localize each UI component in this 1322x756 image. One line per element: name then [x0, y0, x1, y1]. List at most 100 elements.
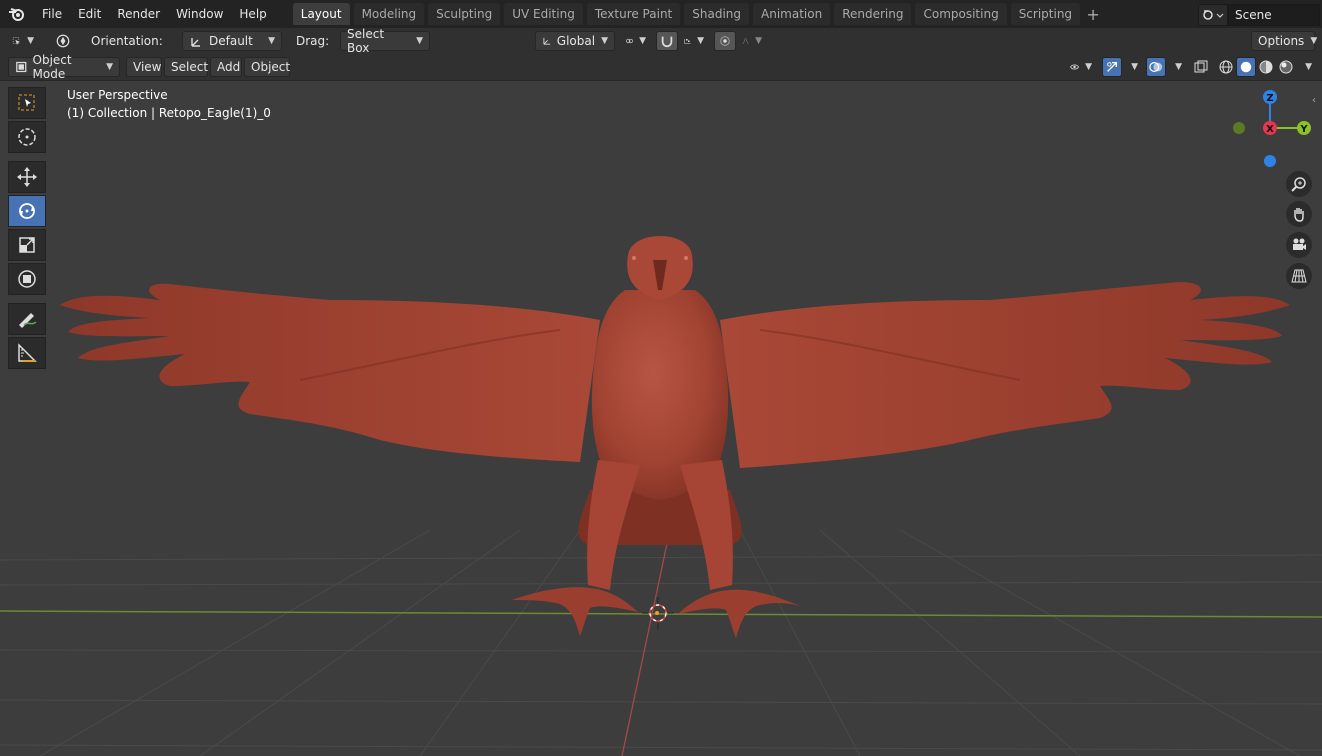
menu-help[interactable]: Help	[231, 0, 274, 28]
add-workspace-button[interactable]: +	[1084, 5, 1102, 24]
scene-browse-button[interactable]	[1198, 4, 1228, 26]
mode-value: Object Mode	[32, 53, 72, 81]
transform-pivot-button[interactable]	[48, 31, 78, 51]
select-box-icon	[18, 94, 35, 111]
scale-tool[interactable]	[8, 229, 46, 261]
annotate-tool[interactable]	[8, 303, 46, 335]
object-mode-icon	[16, 61, 27, 73]
select-box-tool[interactable]	[8, 87, 46, 119]
shading-material-button[interactable]	[1256, 57, 1276, 77]
move-tool[interactable]	[8, 161, 46, 193]
drag-dropdown[interactable]: Select Box ▼	[340, 27, 430, 55]
navigation-gizmo[interactable]: Z X Y	[1228, 87, 1316, 171]
viewport-perspective-label: User Perspective	[67, 88, 168, 102]
y-axis-line	[621, 519, 673, 756]
tab-sculpting[interactable]: Sculpting	[428, 3, 501, 25]
overlays-toggle[interactable]	[1146, 57, 1166, 77]
left-toolbar	[8, 87, 50, 369]
menu-select[interactable]: Select	[164, 57, 208, 77]
rotate-tool[interactable]	[8, 195, 46, 227]
gizmo-toggle[interactable]	[1102, 57, 1122, 77]
workspace-tabs: Layout Modeling Sculpting UV Editing Tex…	[292, 0, 1102, 28]
transform-tool[interactable]	[8, 263, 46, 295]
gizmo-dropdown[interactable]: ▼	[1122, 57, 1142, 77]
blender-logo-icon[interactable]	[0, 0, 34, 28]
snap-toggle[interactable]	[656, 31, 678, 51]
sidebar-toggle-icon[interactable]: ‹	[1312, 95, 1316, 106]
measure-ruler-icon	[18, 343, 37, 362]
camera-view-button[interactable]	[1286, 232, 1312, 258]
gizmo-icon	[1107, 61, 1118, 72]
3d-viewport[interactable]: User Perspective (1) Collection | Retopo…	[0, 81, 1322, 756]
shading-wireframe-button[interactable]	[1216, 57, 1236, 77]
overlays-dropdown[interactable]: ▼	[1166, 57, 1186, 77]
magnet-icon	[661, 36, 673, 48]
mode-dropdown[interactable]: Object Mode ▼	[8, 53, 120, 81]
tab-compositing[interactable]: Compositing	[915, 3, 1007, 25]
material-shading-icon	[1259, 60, 1273, 74]
options-dropdown[interactable]: Options ▼	[1251, 31, 1317, 51]
gizmo-z-axis[interactable]: Z	[1263, 90, 1277, 104]
gizmo-x-label: X	[1266, 124, 1274, 135]
cursor-tool[interactable]	[8, 121, 46, 153]
drag-label: Drag:	[296, 34, 330, 48]
transform-orientation-value: Global	[556, 34, 596, 48]
pan-button[interactable]	[1286, 201, 1312, 227]
snap-target-dropdown[interactable]: ▼	[678, 31, 710, 51]
pivot-icon	[56, 34, 70, 48]
orientation-dropdown[interactable]: Default ▼	[182, 31, 282, 51]
options-label: Options	[1258, 34, 1305, 48]
top-bar: File Edit Render Window Help Layout Mode…	[0, 0, 1322, 28]
pivot-point-dropdown[interactable]: ▼	[620, 31, 652, 51]
tab-layout[interactable]: Layout	[292, 3, 350, 25]
viewport-collection-label: (1) Collection | Retopo_Eagle(1)_0	[67, 106, 271, 120]
transform-orientation-dropdown[interactable]: Global ▼	[535, 31, 615, 51]
xray-toggle[interactable]	[1190, 57, 1212, 77]
menu-edit[interactable]: Edit	[70, 0, 109, 28]
gizmo-y-axis[interactable]: Y	[1297, 121, 1311, 135]
falloff-curve-icon	[742, 38, 749, 44]
menu-view[interactable]: View	[126, 57, 162, 77]
gizmo-z-label: Z	[1266, 93, 1273, 104]
orientation-value: Default	[209, 34, 253, 48]
menu-render[interactable]: Render	[109, 0, 168, 28]
scene-name-field[interactable]: Scene	[1228, 4, 1320, 26]
menu-object[interactable]: Object	[244, 57, 290, 77]
proportional-falloff-dropdown[interactable]: ▼	[736, 31, 768, 51]
rotate-icon	[19, 203, 35, 219]
visibility-dropdown[interactable]: ▼	[1064, 57, 1098, 77]
menu-add[interactable]: Add	[210, 57, 242, 77]
rendered-shading-icon	[1279, 60, 1293, 74]
tab-uv-editing[interactable]: UV Editing	[504, 3, 583, 25]
overlays-icon	[1149, 62, 1163, 72]
measure-tool[interactable]	[8, 337, 46, 369]
tool-select-dropdown[interactable]: ▼	[6, 31, 40, 51]
tab-texture-paint[interactable]: Texture Paint	[586, 3, 681, 25]
tab-scripting[interactable]: Scripting	[1010, 3, 1081, 25]
proportional-edit-icon	[720, 36, 730, 46]
menu-file[interactable]: File	[34, 0, 70, 28]
scene-icon	[1203, 10, 1224, 20]
floor-grid	[0, 529, 1322, 756]
perspective-toggle-button[interactable]	[1286, 263, 1312, 289]
tab-modeling[interactable]: Modeling	[353, 3, 425, 25]
move-icon	[17, 167, 37, 187]
tab-animation[interactable]: Animation	[753, 3, 831, 25]
menu-window[interactable]: Window	[168, 0, 231, 28]
viewport-scene	[0, 236, 1322, 756]
orientation-label: Orientation:	[91, 34, 163, 48]
gizmo-x-axis[interactable]: X	[1263, 121, 1277, 135]
hand-icon	[1294, 208, 1304, 222]
tool-settings-header: ▼ Orientation: Default ▼ Drag: Select Bo…	[0, 27, 1322, 55]
zoom-button[interactable]	[1286, 171, 1312, 197]
shading-rendered-button[interactable]	[1276, 57, 1296, 77]
eagle-left-talons	[512, 587, 638, 636]
annotate-pencil-icon	[19, 313, 37, 328]
wireframe-shading-icon	[1219, 60, 1233, 74]
shading-dropdown[interactable]: ▼	[1296, 57, 1316, 77]
tab-shading[interactable]: Shading	[684, 3, 749, 25]
tab-rendering[interactable]: Rendering	[834, 3, 912, 25]
proportional-edit-toggle[interactable]	[714, 31, 736, 51]
3d-cursor	[642, 597, 674, 629]
shading-solid-button[interactable]	[1236, 57, 1256, 77]
